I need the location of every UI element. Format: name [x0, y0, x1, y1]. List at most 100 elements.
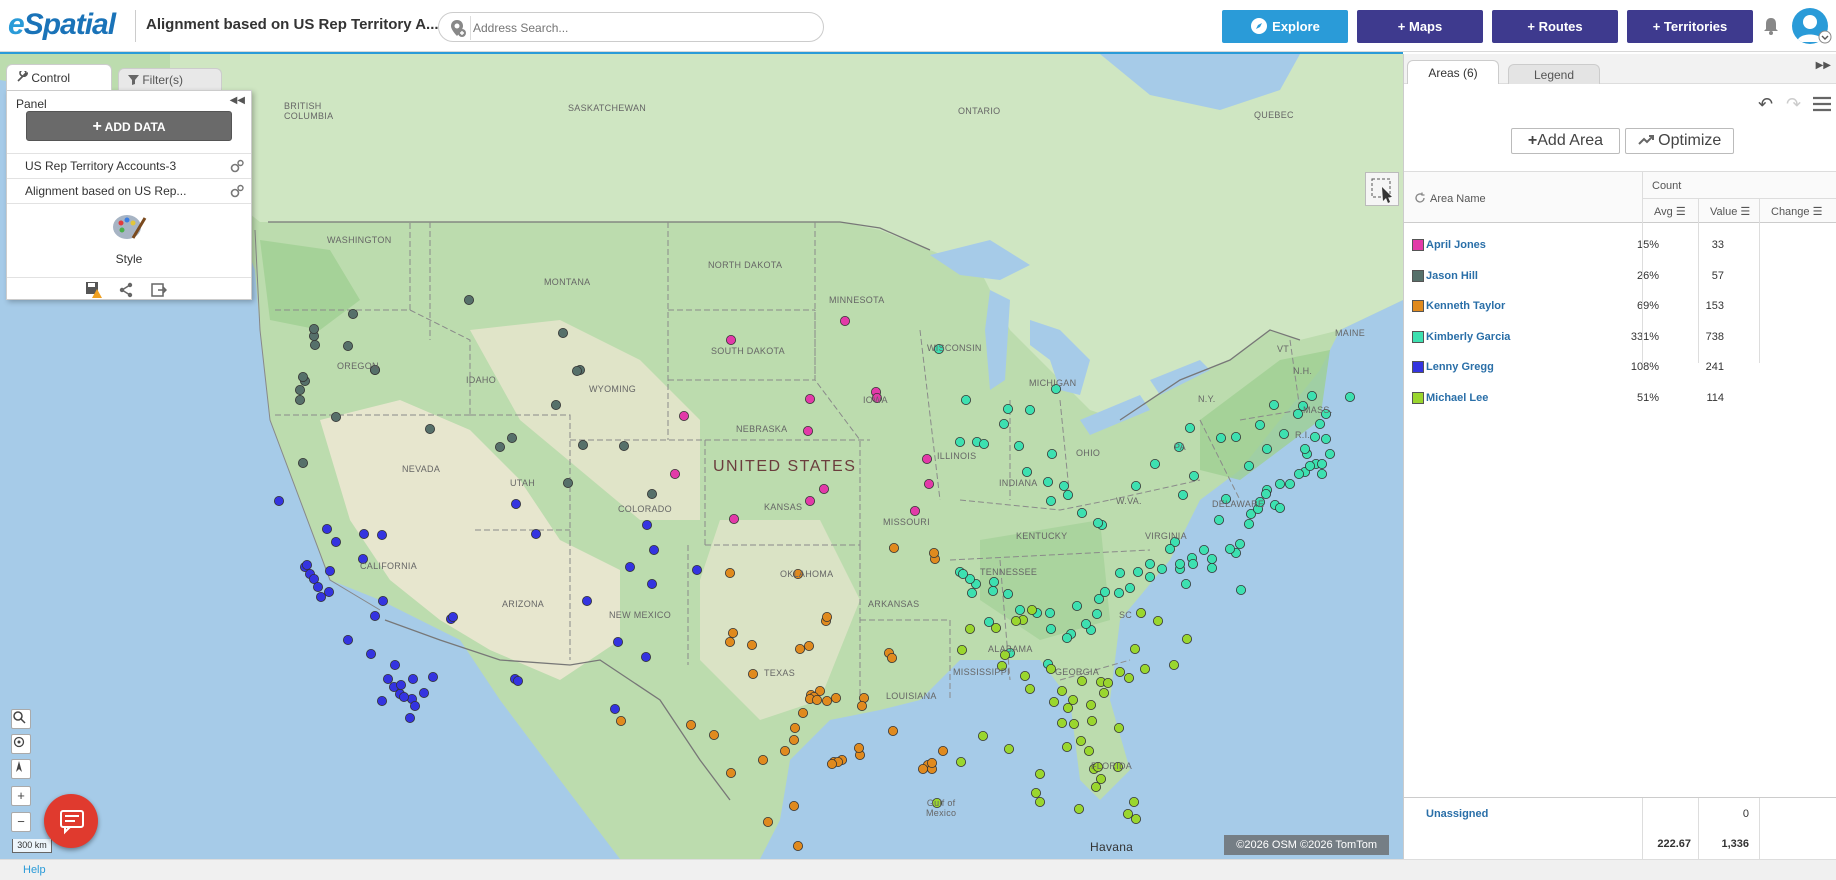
area-row[interactable]: Kimberly Garcia 331% 738: [1404, 322, 1836, 352]
account-marker[interactable]: [347, 308, 358, 319]
account-marker[interactable]: [1062, 742, 1073, 753]
account-marker[interactable]: [958, 569, 969, 580]
account-marker[interactable]: [1057, 686, 1068, 697]
account-marker[interactable]: [1027, 605, 1038, 616]
account-marker[interactable]: [1103, 678, 1114, 689]
account-marker[interactable]: [1189, 470, 1200, 481]
account-marker[interactable]: [647, 579, 658, 590]
column-area-name[interactable]: Area Name: [1430, 193, 1486, 205]
account-marker[interactable]: [1131, 480, 1142, 491]
area-name[interactable]: Kenneth Taylor: [1426, 300, 1505, 312]
area-row[interactable]: April Jones 15% 33: [1404, 230, 1836, 260]
account-marker[interactable]: [955, 436, 966, 447]
account-marker[interactable]: [376, 696, 387, 707]
column-avg[interactable]: Avg ☰: [1654, 205, 1686, 218]
account-marker[interactable]: [999, 418, 1010, 429]
account-marker[interactable]: [389, 660, 400, 671]
chat-button[interactable]: [44, 794, 98, 848]
tab-filters[interactable]: Filter(s): [118, 68, 222, 90]
account-marker[interactable]: [1114, 723, 1125, 734]
account-marker[interactable]: [1115, 568, 1126, 579]
account-marker[interactable]: [795, 644, 806, 655]
account-marker[interactable]: [831, 693, 842, 704]
area-name[interactable]: April Jones: [1426, 239, 1486, 251]
account-marker[interactable]: [398, 692, 409, 703]
account-marker[interactable]: [578, 439, 589, 450]
account-marker[interactable]: [857, 701, 868, 712]
add-maps-button[interactable]: + Maps: [1357, 10, 1483, 43]
account-marker[interactable]: [1140, 664, 1151, 675]
locate-button[interactable]: [11, 734, 31, 754]
area-name[interactable]: Kimberly Garcia: [1426, 331, 1510, 343]
account-marker[interactable]: [294, 384, 305, 395]
account-marker[interactable]: [1182, 634, 1193, 645]
expand-panel-icon[interactable]: ▶▶: [1816, 60, 1831, 71]
account-marker[interactable]: [418, 688, 429, 699]
account-marker[interactable]: [1015, 605, 1026, 616]
layer-item-accounts[interactable]: US Rep Territory Accounts-3: [7, 153, 251, 178]
account-marker[interactable]: [369, 611, 380, 622]
account-marker[interactable]: [1130, 644, 1141, 655]
account-marker[interactable]: [1157, 564, 1168, 575]
account-marker[interactable]: [1315, 418, 1326, 429]
account-marker[interactable]: [1305, 460, 1316, 471]
account-marker[interactable]: [1300, 443, 1311, 454]
account-marker[interactable]: [1125, 583, 1136, 594]
account-marker[interactable]: [1235, 539, 1246, 550]
column-change[interactable]: Change ☰: [1771, 205, 1822, 218]
account-marker[interactable]: [709, 730, 720, 741]
account-marker[interactable]: [1225, 544, 1236, 555]
account-marker[interactable]: [1244, 460, 1255, 471]
account-marker[interactable]: [790, 723, 801, 734]
account-marker[interactable]: [1188, 559, 1199, 570]
account-marker[interactable]: [1046, 495, 1057, 506]
account-marker[interactable]: [610, 704, 621, 715]
account-marker[interactable]: [642, 520, 653, 531]
help-link[interactable]: Help: [23, 864, 46, 876]
area-row[interactable]: Lenny Gregg 108% 241: [1404, 352, 1836, 382]
account-marker[interactable]: [1294, 468, 1305, 479]
account-marker[interactable]: [1262, 443, 1273, 454]
account-marker[interactable]: [991, 623, 1002, 634]
account-marker[interactable]: [1216, 432, 1227, 443]
export-icon[interactable]: [151, 282, 167, 298]
account-marker[interactable]: [922, 453, 933, 464]
account-marker[interactable]: [1310, 431, 1321, 442]
account-marker[interactable]: [1345, 391, 1356, 402]
account-marker[interactable]: [1081, 619, 1092, 630]
account-marker[interactable]: [1153, 616, 1164, 627]
explore-button[interactable]: Explore: [1222, 10, 1348, 43]
account-marker[interactable]: [978, 731, 989, 742]
account-marker[interactable]: [301, 560, 312, 571]
account-marker[interactable]: [1099, 688, 1110, 699]
account-marker[interactable]: [1275, 478, 1286, 489]
redo-icon[interactable]: ↷: [1786, 94, 1801, 115]
account-marker[interactable]: [1317, 458, 1328, 469]
account-marker[interactable]: [670, 468, 681, 479]
account-marker[interactable]: [616, 716, 627, 727]
area-name[interactable]: Lenny Gregg: [1426, 361, 1494, 373]
account-marker[interactable]: [956, 757, 967, 768]
account-marker[interactable]: [725, 637, 736, 648]
account-marker[interactable]: [1285, 478, 1296, 489]
account-marker[interactable]: [1321, 433, 1332, 444]
account-marker[interactable]: [1093, 518, 1104, 529]
optimize-button[interactable]: Optimize: [1625, 128, 1734, 154]
account-marker[interactable]: [965, 624, 976, 635]
account-marker[interactable]: [1244, 519, 1255, 530]
account-marker[interactable]: [888, 726, 899, 737]
account-marker[interactable]: [822, 612, 833, 623]
account-marker[interactable]: [1043, 476, 1054, 487]
account-marker[interactable]: [1199, 545, 1210, 556]
account-marker[interactable]: [297, 371, 308, 382]
lasso-select-tool[interactable]: [1365, 172, 1399, 206]
column-menu-icon[interactable]: ☰: [1740, 206, 1750, 218]
account-marker[interactable]: [1025, 684, 1036, 695]
account-marker[interactable]: [649, 545, 660, 556]
account-marker[interactable]: [494, 441, 505, 452]
account-marker[interactable]: [1279, 428, 1290, 439]
area-name[interactable]: Michael Lee: [1426, 392, 1488, 404]
account-marker[interactable]: [1255, 419, 1266, 430]
account-marker[interactable]: [805, 495, 816, 506]
chevron-down-icon[interactable]: [1818, 30, 1832, 44]
